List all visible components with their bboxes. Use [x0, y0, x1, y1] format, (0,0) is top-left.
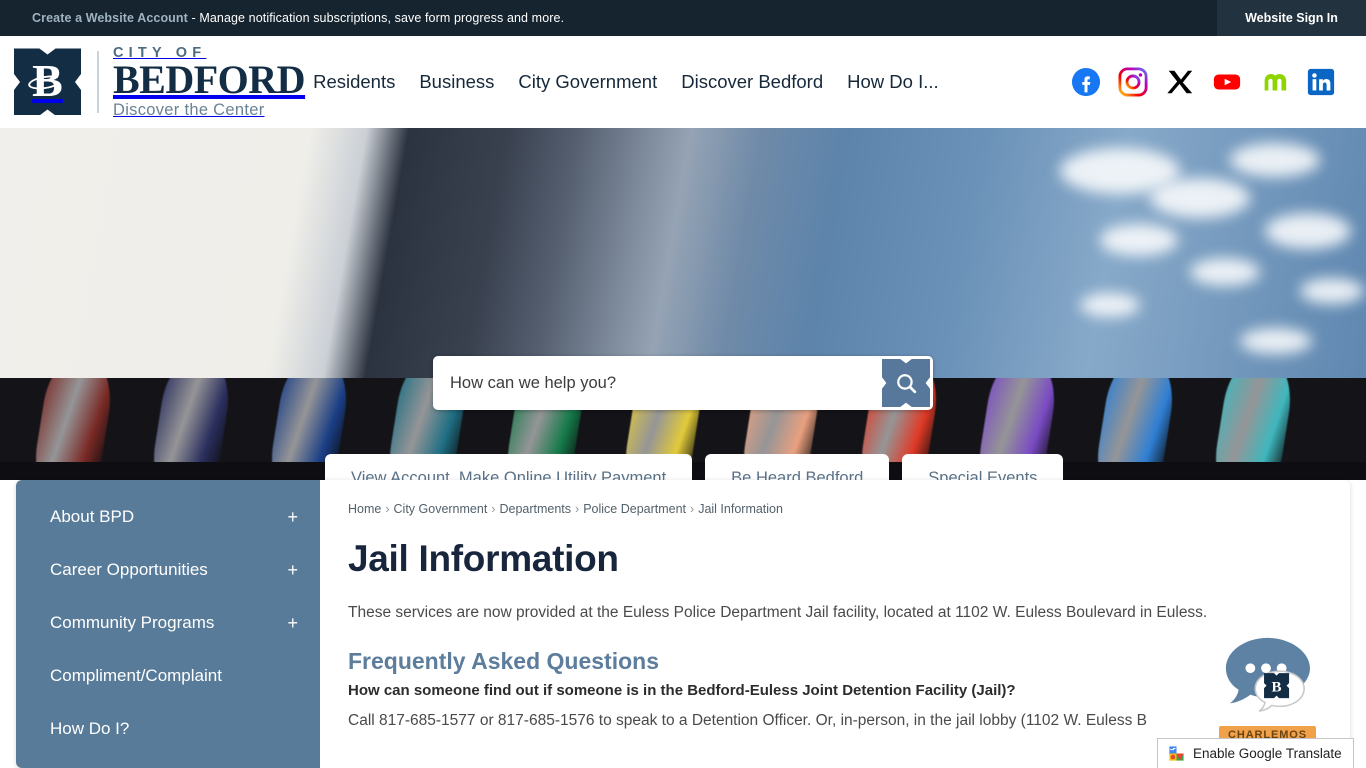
search-icon — [896, 373, 916, 393]
breadcrumb-separator: › — [575, 502, 580, 516]
breadcrumb-item-departments[interactable]: Departments — [499, 502, 571, 516]
x-twitter-icon[interactable] — [1165, 67, 1195, 97]
sidebar-item-label: How Do I? — [50, 718, 130, 738]
website-sign-in-button[interactable]: Website Sign In — [1217, 0, 1366, 36]
svg-text:B: B — [1272, 679, 1282, 695]
quick-link-be-heard-bedford[interactable]: Be Heard Bedford — [705, 454, 890, 480]
breadcrumb-item-jail-information[interactable]: Jail Information — [698, 502, 783, 516]
expand-icon[interactable]: + — [287, 561, 298, 579]
site-search — [433, 356, 933, 410]
linkedin-icon[interactable] — [1306, 67, 1336, 97]
sidebar-item-label: Community Programs — [50, 612, 215, 632]
nav-item-business[interactable]: Business — [419, 71, 494, 93]
breadcrumb-item-city-government[interactable]: City Government — [394, 502, 488, 516]
faq-question: How can someone find out if someone is i… — [348, 682, 1016, 699]
utility-tagline: - Manage notification subscriptions, sav… — [187, 11, 565, 25]
nav-item-residents[interactable]: Residents — [313, 71, 395, 93]
chat-widget[interactable]: B CHARLEMOS — [1216, 634, 1316, 744]
search-input[interactable] — [450, 356, 882, 410]
expand-icon[interactable]: + — [287, 614, 298, 632]
hero-photo — [0, 128, 1366, 480]
logo-divider — [97, 50, 99, 113]
quick-link-special-events[interactable]: Special Events — [902, 454, 1064, 480]
faq-heading: Frequently Asked Questions — [348, 648, 659, 674]
site-logo[interactable]: B CITY OF BEDFORD Discover the Center — [14, 46, 306, 119]
hero-quick-links: View Account, Make Online Utility Paymen… — [325, 454, 1064, 480]
breadcrumb-separator: › — [491, 502, 496, 516]
sidebar-item-community-programs[interactable]: Community Programs + — [16, 596, 320, 649]
facebook-icon[interactable] — [1071, 67, 1101, 97]
sidebar-item-label: Compliment/Complaint — [50, 665, 222, 685]
create-account-link[interactable]: Create a Website Account — [32, 11, 188, 25]
sidebar-item-label: Career Opportunities — [50, 559, 208, 579]
nav-item-discover-bedford[interactable]: Discover Bedford — [681, 71, 823, 93]
intro-paragraph: These services are now provided at the E… — [348, 604, 1208, 621]
bedford-b-mark-icon: B — [14, 48, 81, 116]
sidebar-item-compliment-complaint[interactable]: Compliment/Complaint — [16, 649, 320, 702]
sidebar-item-label: About BPD — [50, 506, 135, 526]
sidebar-item-information-and-services[interactable]: Information and Services + — [16, 755, 320, 768]
google-translate-bar[interactable]: Enable Google Translate — [1157, 738, 1354, 768]
breadcrumb: Home › City Government › Departments › Police … — [348, 502, 1320, 516]
site-header: B CITY OF BEDFORD Discover the Center Re… — [0, 36, 1366, 128]
logo-tagline: Discover the Center — [113, 100, 265, 119]
logo-bedford: BEDFORD — [113, 57, 306, 103]
sidebar-item-how-do-i[interactable]: How Do I? — [16, 702, 320, 755]
main-navigation: Residents Business City Government Disco… — [313, 71, 939, 93]
nav-item-city-government[interactable]: City Government — [518, 71, 657, 93]
breadcrumb-separator: › — [690, 502, 695, 516]
hero-banner: View Account, Make Online Utility Paymen… — [0, 128, 1366, 480]
page-title: Jail Information — [348, 538, 619, 579]
main-content: Home › City Government › Departments › Police … — [320, 480, 1350, 768]
instagram-icon[interactable] — [1118, 67, 1148, 97]
chat-bubbles-icon: B — [1225, 637, 1310, 713]
quick-link-utility-payment[interactable]: View Account, Make Online Utility Paymen… — [325, 454, 693, 480]
google-translate-label: Enable Google Translate — [1193, 746, 1342, 761]
content-card: About BPD + Career Opportunities + Commu… — [16, 480, 1350, 768]
sidebar-item-career-opportunities[interactable]: Career Opportunities + — [16, 543, 320, 596]
breadcrumb-item-home[interactable]: Home — [348, 502, 381, 516]
social-links — [1071, 67, 1336, 97]
utility-message: Create a Website Account - Manage notifi… — [32, 11, 564, 25]
nextdoor-icon[interactable] — [1259, 67, 1289, 97]
faq-answer: Call 817-685-1577 or 817-685-1576 to spe… — [348, 712, 1148, 729]
google-translate-icon — [1169, 746, 1184, 761]
breadcrumb-item-police-department[interactable]: Police Department — [583, 502, 686, 516]
search-button[interactable] — [882, 359, 930, 407]
breadcrumb-separator: › — [385, 502, 390, 516]
expand-icon[interactable]: + — [287, 508, 298, 526]
nav-item-how-do-i[interactable]: How Do I... — [847, 71, 939, 93]
section-sidebar: About BPD + Career Opportunities + Commu… — [16, 480, 320, 768]
page-body: About BPD + Career Opportunities + Commu… — [0, 480, 1366, 768]
utility-bar: Create a Website Account - Manage notifi… — [0, 0, 1366, 36]
youtube-icon[interactable] — [1212, 67, 1242, 97]
sidebar-item-about-bpd[interactable]: About BPD + — [16, 490, 320, 543]
